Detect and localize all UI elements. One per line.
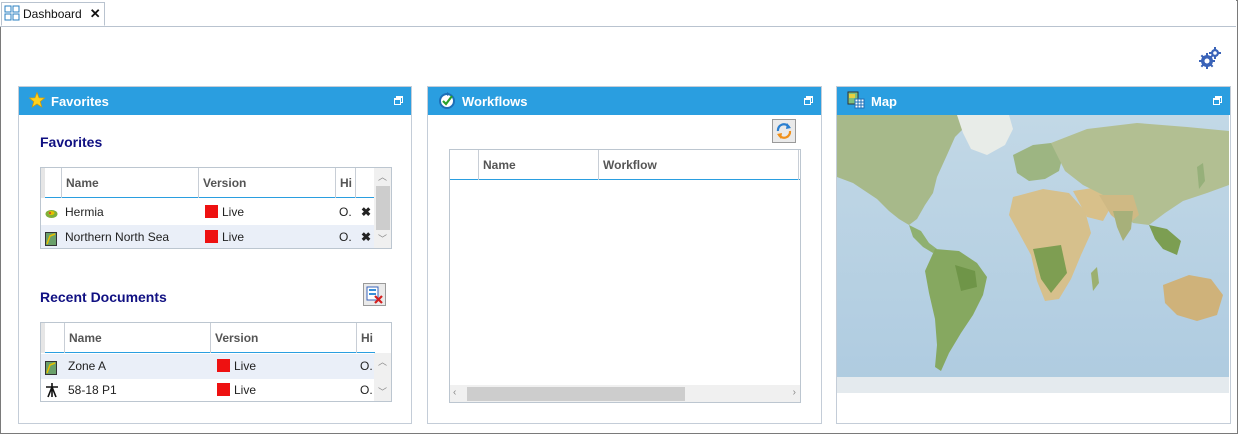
favorites-grid: Name Version Hi Hermia Live O. ✖ Norther… <box>40 167 392 249</box>
map-panel: Map <box>836 86 1231 424</box>
clear-list-icon <box>366 286 383 304</box>
scroll-thumb[interactable] <box>376 186 390 230</box>
close-icon[interactable]: ✕ <box>90 6 101 22</box>
workflows-grid: Name Workflow ‹ › <box>449 149 801 403</box>
scroll-up-icon[interactable]: ︿ <box>374 170 391 183</box>
grid-header: Name Workflow <box>450 150 800 180</box>
workflow-icon <box>438 91 456 112</box>
row-version: Live <box>205 225 244 248</box>
row-name: 58-18 P1 <box>68 383 117 397</box>
world-map[interactable] <box>837 115 1229 393</box>
column-header-version[interactable]: Version <box>198 168 335 198</box>
settings-gear-icon[interactable] <box>1198 46 1222 70</box>
restore-icon[interactable] <box>804 96 813 105</box>
scroll-thumb[interactable] <box>467 387 685 401</box>
table-row[interactable]: Northern North Sea Live O. ✖ <box>41 225 375 248</box>
row-name: Northern North Sea <box>65 230 170 244</box>
remove-favorite-icon[interactable]: ✖ <box>361 200 371 225</box>
tab-strip: Dashboard ✕ <box>0 0 1236 27</box>
scroll-up-icon[interactable]: ︿ <box>374 355 391 368</box>
scroll-right-icon[interactable]: › <box>793 387 796 398</box>
panel-title: Map <box>871 93 897 109</box>
row-hi: O. <box>360 359 373 373</box>
column-header-hi[interactable]: Hi <box>356 323 376 353</box>
row-version: Live <box>217 378 256 401</box>
table-row[interactable]: 58-18 P1 Live O. <box>41 378 375 401</box>
favorites-panel: Favorites Favorites Name Version Hi Herm… <box>18 86 412 424</box>
column-header-name[interactable]: Name <box>64 323 210 353</box>
column-header-name[interactable]: Name <box>61 168 198 198</box>
column-header-workflow[interactable]: Workflow <box>598 150 798 180</box>
restore-icon[interactable] <box>1213 96 1222 105</box>
star-icon <box>28 91 46 111</box>
grid-header: Name Version Hi <box>41 323 375 353</box>
row-hi: O. <box>339 230 352 244</box>
tab-dashboard[interactable]: Dashboard ✕ <box>1 2 105 26</box>
row-hi: O. <box>339 205 352 219</box>
row-hi: O. <box>360 383 373 397</box>
table-row[interactable]: Hermia Live O. ✖ <box>41 200 375 225</box>
map-icon <box>847 91 865 112</box>
recent-documents-grid: Name Version Hi Zone A Live O. 58-18 P1 … <box>40 322 392 402</box>
well-icon <box>45 382 59 401</box>
interpretation-icon <box>45 230 57 248</box>
version-status-icon <box>217 359 230 373</box>
column-header-name[interactable]: Name <box>478 150 598 180</box>
column-header-version[interactable]: Version <box>210 323 356 353</box>
scroll-down-icon[interactable]: ﹀ <box>374 232 391 245</box>
workflows-panel-header: Workflows <box>428 87 821 115</box>
version-status-icon <box>205 230 218 244</box>
scroll-left-icon[interactable]: ‹ <box>453 387 456 398</box>
grid-header: Name Version Hi <box>41 168 375 198</box>
workflows-panel: Workflows Name Workflow ‹ › <box>427 86 822 424</box>
vertical-scrollbar[interactable]: ︿ ﹀ <box>374 353 391 401</box>
clear-recent-button[interactable] <box>363 283 386 306</box>
refresh-icon <box>776 123 792 139</box>
horizontal-scrollbar[interactable]: ‹ › <box>450 385 800 402</box>
row-name: Zone A <box>68 359 107 373</box>
refresh-button[interactable] <box>772 119 796 143</box>
tab-label: Dashboard <box>23 7 82 21</box>
version-status-icon <box>205 205 218 219</box>
row-version: Live <box>217 354 256 379</box>
column-header-hi[interactable]: Hi <box>335 168 355 198</box>
scroll-down-icon[interactable]: ﹀ <box>374 385 391 398</box>
version-status-icon <box>217 383 230 397</box>
vertical-scrollbar[interactable]: ︿ ﹀ <box>374 168 391 248</box>
panel-title: Workflows <box>462 93 528 109</box>
recent-documents-heading: Recent Documents <box>40 289 167 305</box>
favorites-panel-header: Favorites <box>19 87 411 115</box>
dashboard-icon <box>4 5 20 24</box>
remove-favorite-icon[interactable]: ✖ <box>361 225 371 248</box>
table-row[interactable]: Zone A Live O. <box>41 354 375 379</box>
map-panel-header: Map <box>837 87 1230 115</box>
restore-icon[interactable] <box>394 96 403 105</box>
panel-title: Favorites <box>51 93 109 109</box>
row-version: Live <box>205 200 244 225</box>
row-name: Hermia <box>65 205 104 219</box>
favorites-heading: Favorites <box>40 134 103 150</box>
